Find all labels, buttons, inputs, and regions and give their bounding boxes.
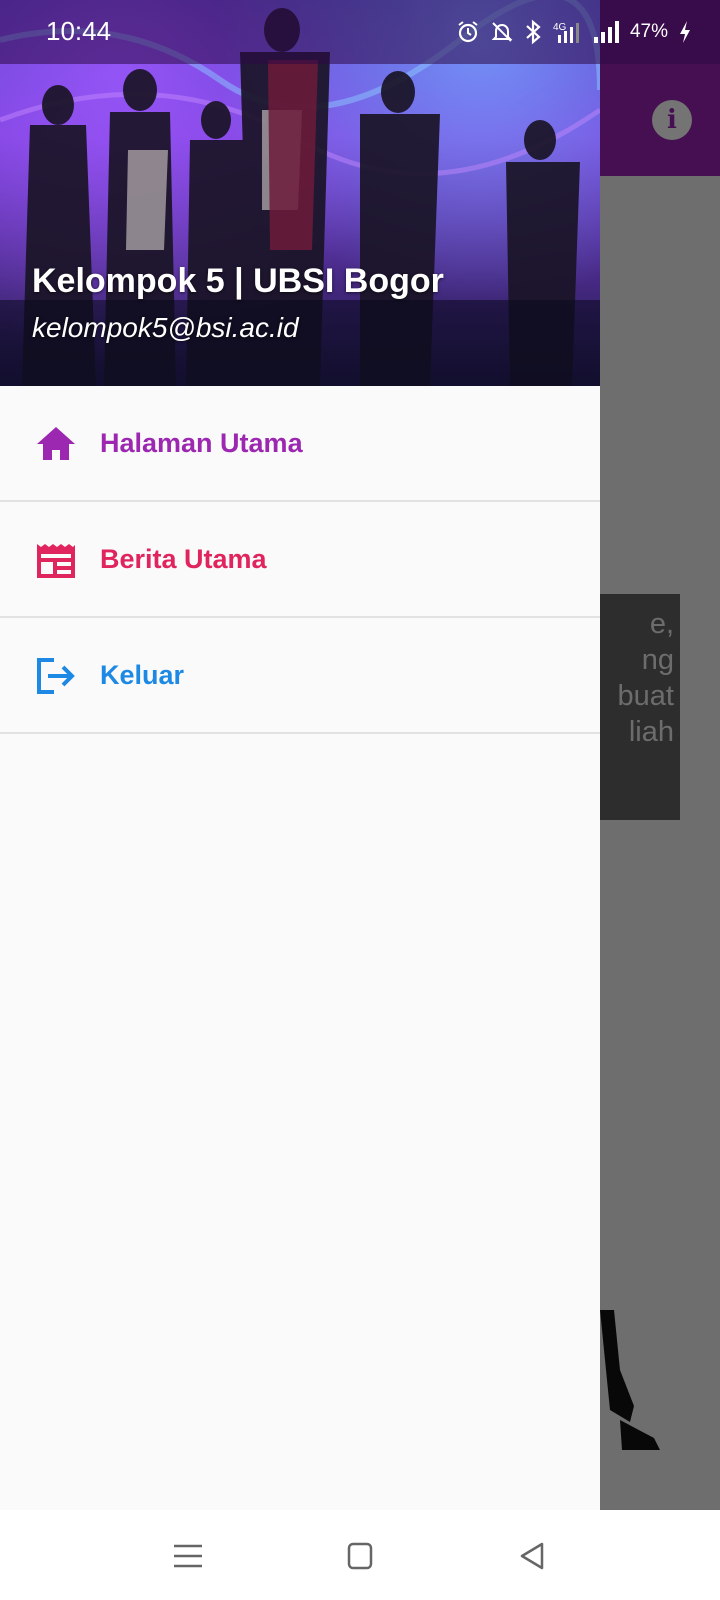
menu-item-label: Berita Utama xyxy=(100,544,267,574)
bluetooth-icon xyxy=(526,19,541,45)
drawer-header-name: Kelompok 5 | UBSI Bogor xyxy=(32,262,444,300)
alarm-icon xyxy=(458,21,478,43)
status-icons: 4G 47% xyxy=(456,14,692,50)
menu-icon[interactable] xyxy=(168,1538,208,1574)
menu-item-keluar[interactable]: Keluar xyxy=(0,618,600,734)
status-time: 10:44 xyxy=(46,16,112,46)
home-square-icon[interactable] xyxy=(340,1538,380,1574)
mobile-data-icon: 4G xyxy=(553,22,579,43)
system-navigation-bar xyxy=(0,1510,720,1600)
navigation-drawer: Kelompok 5 | UBSI Bogor kelompok5@bsi.ac… xyxy=(0,0,600,1510)
status-bar: 10:44 4G 47% xyxy=(0,0,720,64)
news-icon xyxy=(37,544,75,578)
back-icon[interactable] xyxy=(512,1538,552,1574)
battery-percentage: 47% xyxy=(629,21,668,42)
battery-charging-icon xyxy=(680,21,690,43)
home-icon xyxy=(37,427,75,460)
menu-item-label: Halaman Utama xyxy=(100,428,303,458)
signal-icon xyxy=(593,21,619,43)
drawer-menu: Halaman Utama Berita Utama Keluar xyxy=(0,386,600,734)
drawer-header-email: kelompok5@bsi.ac.id xyxy=(32,312,299,343)
notifications-off-icon xyxy=(491,22,513,42)
menu-item-label: Keluar xyxy=(100,660,185,690)
menu-item-berita-utama[interactable]: Berita Utama xyxy=(0,502,600,618)
menu-item-halaman-utama[interactable]: Halaman Utama xyxy=(0,386,600,502)
logout-icon xyxy=(37,658,75,694)
